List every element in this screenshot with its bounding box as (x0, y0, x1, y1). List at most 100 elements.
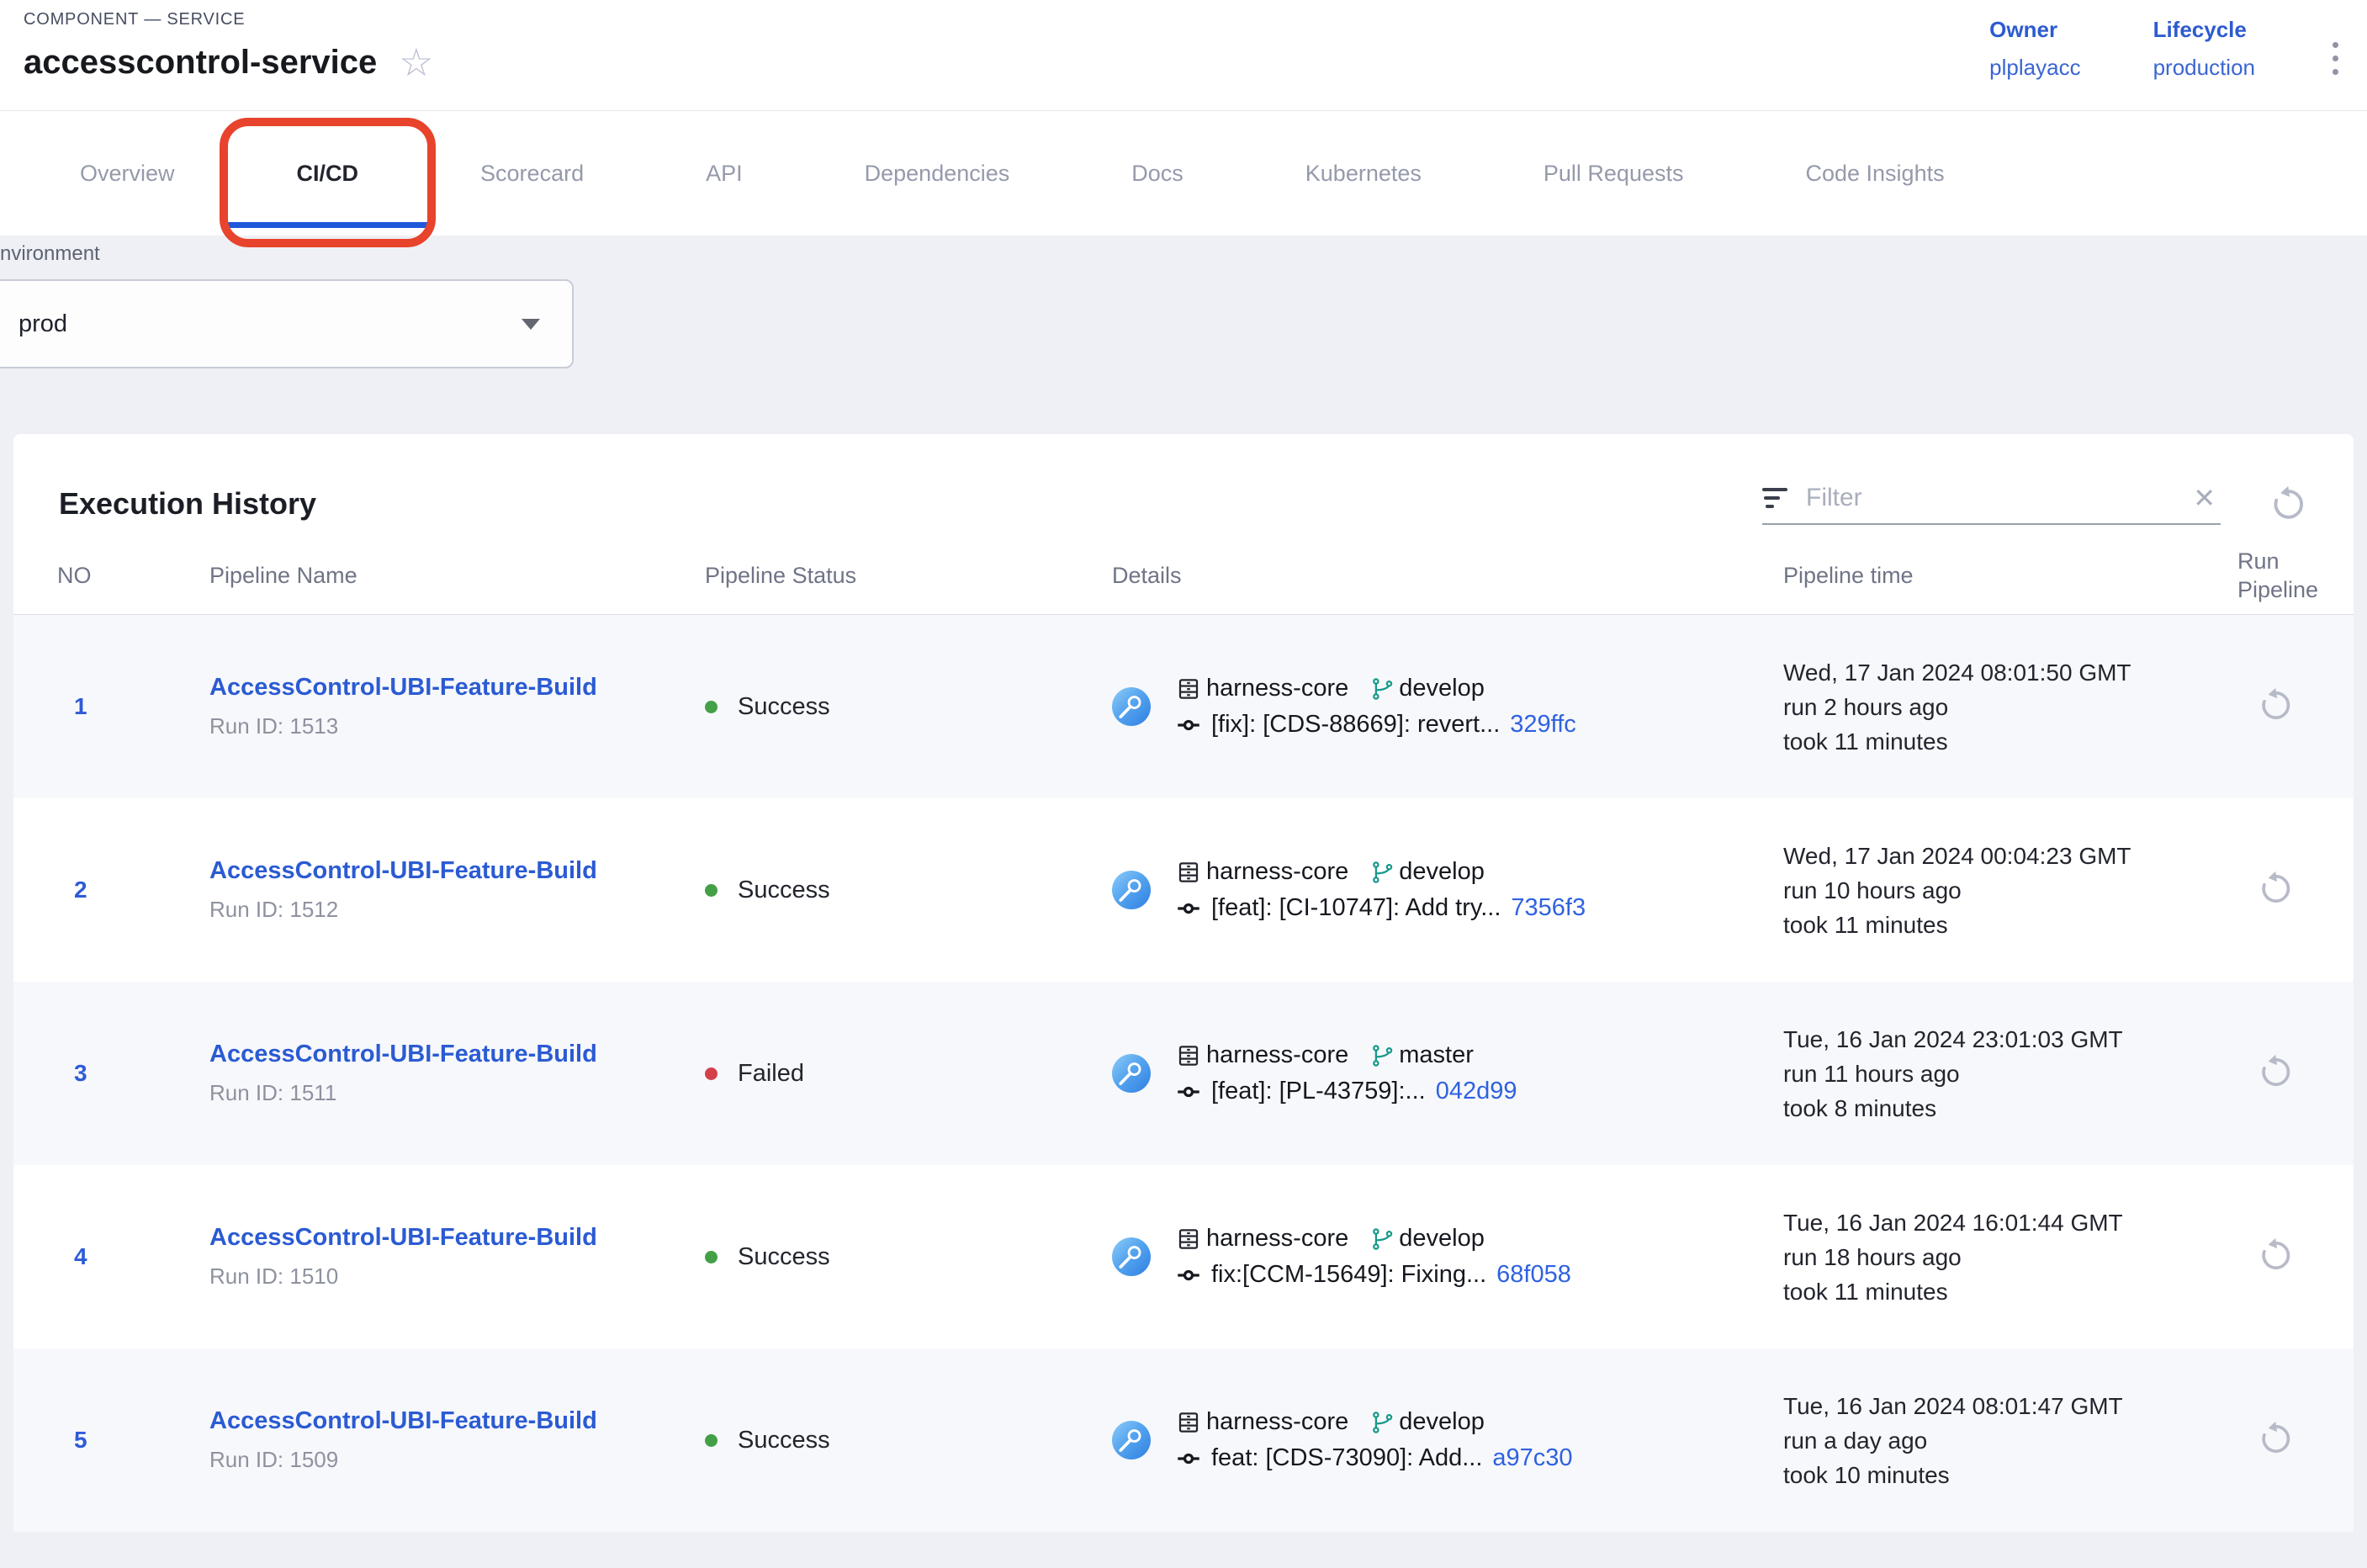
time-duration: took 11 minutes (1783, 1274, 2224, 1309)
chevron-down-icon (522, 319, 540, 330)
repository-icon (1176, 1043, 1201, 1068)
tab-api[interactable]: API (706, 111, 743, 236)
repository-icon (1176, 1226, 1201, 1252)
tab-kubernetes[interactable]: Kubernetes (1305, 111, 1422, 236)
pipeline-name-link[interactable]: AccessControl-UBI-Feature-Build (209, 1407, 597, 1435)
entity-tabs: Overview CI/CD Scorecard API Dependencie… (0, 111, 2367, 236)
time-duration: took 8 minutes (1783, 1091, 2224, 1126)
time-relative: run a day ago (1783, 1423, 2224, 1458)
refresh-icon[interactable] (2269, 485, 2308, 523)
time-relative: run 11 hours ago (1783, 1057, 2224, 1091)
table-row: 5 AccessControl-UBI-Feature-Build Run ID… (13, 1348, 2354, 1532)
branch-name: develop (1399, 858, 1485, 886)
tab-dependencies[interactable]: Dependencies (865, 111, 1010, 236)
commit-hash-link[interactable]: 042d99 (1436, 1078, 1517, 1105)
tab-scorecard[interactable]: Scorecard (480, 111, 584, 236)
tab-ci-cd[interactable]: CI/CD (297, 111, 359, 236)
table-row: 2 AccessControl-UBI-Feature-Build Run ID… (13, 798, 2354, 982)
time-duration: took 11 minutes (1783, 908, 2224, 942)
commit-message: [feat]: [CI-10747]: Add try... (1211, 894, 1501, 922)
git-branch-icon (1370, 676, 1395, 702)
time-absolute: Tue, 16 Jan 2024 16:01:44 GMT (1783, 1205, 2224, 1240)
repository-icon (1176, 676, 1201, 702)
run-id: Run ID: 1509 (209, 1447, 691, 1473)
pipeline-time-cell: Wed, 17 Jan 2024 00:04:23 GMT run 10 hou… (1770, 839, 2224, 942)
tab-code-insights[interactable]: Code Insights (1805, 111, 1944, 236)
status-dot (705, 1434, 718, 1447)
status-label: Failed (738, 1060, 804, 1088)
tab-overview[interactable]: Overview (80, 111, 175, 236)
execution-icon (1112, 687, 1151, 726)
run-pipeline-icon[interactable] (2258, 686, 2295, 723)
page-title: accesscontrol-service (24, 44, 377, 82)
environment-section: nvironment prod (0, 236, 2367, 368)
section-title: Execution History (59, 486, 316, 522)
pipeline-status: Failed (691, 1060, 1099, 1088)
filter-input[interactable] (1804, 483, 2188, 513)
column-header-no: NO (13, 563, 196, 589)
pipeline-name-link[interactable]: AccessControl-UBI-Feature-Build (209, 674, 597, 702)
pipeline-name-link[interactable]: AccessControl-UBI-Feature-Build (209, 1041, 597, 1068)
execution-icon (1112, 1054, 1151, 1093)
active-tab-underline (226, 222, 430, 228)
commit-hash-link[interactable]: 7356f3 (1511, 894, 1586, 922)
row-number: 2 (13, 877, 196, 903)
repository-name: harness-core (1206, 858, 1348, 886)
pipeline-time-cell: Wed, 17 Jan 2024 08:01:50 GMT run 2 hour… (1770, 655, 2224, 759)
column-header-pipeline-status: Pipeline Status (691, 563, 1099, 589)
entity-header-left: COMPONENT — SERVICE accesscontrol-servic… (24, 10, 434, 110)
details-cell: harness-core develop (1099, 858, 1770, 922)
lifecycle-value: production (2153, 55, 2255, 81)
pipeline-name-link[interactable]: AccessControl-UBI-Feature-Build (209, 857, 597, 885)
owner-meta: Owner plplayacc (1989, 17, 2080, 81)
git-branch-icon (1370, 1226, 1395, 1252)
tab-docs[interactable]: Docs (1131, 111, 1184, 236)
table-body: 1 AccessControl-UBI-Feature-Build Run ID… (13, 615, 2354, 1532)
pipeline-name-link[interactable]: AccessControl-UBI-Feature-Build (209, 1224, 597, 1252)
commit-hash-link[interactable]: 329ffc (1510, 711, 1575, 739)
table-row: 3 AccessControl-UBI-Feature-Build Run ID… (13, 982, 2354, 1165)
pipeline-time-cell: Tue, 16 Jan 2024 08:01:47 GMT run a day … (1770, 1389, 2224, 1492)
pipeline-status: Success (691, 693, 1099, 721)
execution-icon (1112, 1237, 1151, 1276)
status-label: Success (738, 1243, 830, 1271)
table-row: 1 AccessControl-UBI-Feature-Build Run ID… (13, 615, 2354, 798)
owner-value-link[interactable]: plplayacc (1989, 55, 2080, 81)
git-commit-icon (1176, 1079, 1201, 1104)
time-duration: took 10 minutes (1783, 1458, 2224, 1492)
run-pipeline-icon[interactable] (2258, 1420, 2295, 1457)
time-absolute: Tue, 16 Jan 2024 08:01:47 GMT (1783, 1389, 2224, 1423)
tab-pull-requests[interactable]: Pull Requests (1544, 111, 1684, 236)
run-pipeline-icon[interactable] (2258, 1053, 2295, 1090)
environment-label: nvironment (0, 242, 2367, 266)
run-pipeline-icon[interactable] (2258, 1237, 2295, 1274)
commit-hash-link[interactable]: 68f058 (1496, 1261, 1571, 1289)
git-commit-icon (1176, 896, 1201, 921)
clear-filter-icon[interactable]: ✕ (2188, 485, 2221, 511)
commit-message: fix:[CCM-15649]: Fixing... (1211, 1261, 1486, 1289)
time-absolute: Wed, 17 Jan 2024 08:01:50 GMT (1783, 655, 2224, 690)
pipeline-time-cell: Tue, 16 Jan 2024 16:01:44 GMT run 18 hou… (1770, 1205, 2224, 1309)
environment-select[interactable]: prod (0, 279, 574, 368)
execution-history-card: Execution History ✕ NO Pipeline Name Pip… (13, 434, 2354, 1532)
repository-icon (1176, 860, 1201, 885)
status-dot (705, 1067, 718, 1080)
run-id: Run ID: 1512 (209, 897, 691, 923)
status-label: Success (738, 1427, 830, 1454)
environment-selected-value: prod (19, 310, 67, 338)
row-number: 4 (13, 1243, 196, 1270)
commit-message: [feat]: [PL-43759]:... (1211, 1078, 1426, 1105)
status-dot (705, 884, 718, 897)
commit-hash-link[interactable]: a97c30 (1492, 1444, 1572, 1472)
git-branch-icon (1370, 1410, 1395, 1435)
favorite-star-icon[interactable]: ☆ (399, 43, 433, 82)
filter-box: ✕ (1762, 483, 2221, 525)
status-label: Success (738, 693, 830, 721)
pipeline-status: Success (691, 877, 1099, 904)
run-pipeline-icon[interactable] (2258, 870, 2295, 907)
status-dot (705, 1251, 718, 1263)
details-cell: harness-core master (1099, 1041, 1770, 1105)
git-branch-icon (1370, 1043, 1395, 1068)
more-options-kebab-icon[interactable] (2327, 37, 2343, 80)
row-number: 5 (13, 1427, 196, 1454)
